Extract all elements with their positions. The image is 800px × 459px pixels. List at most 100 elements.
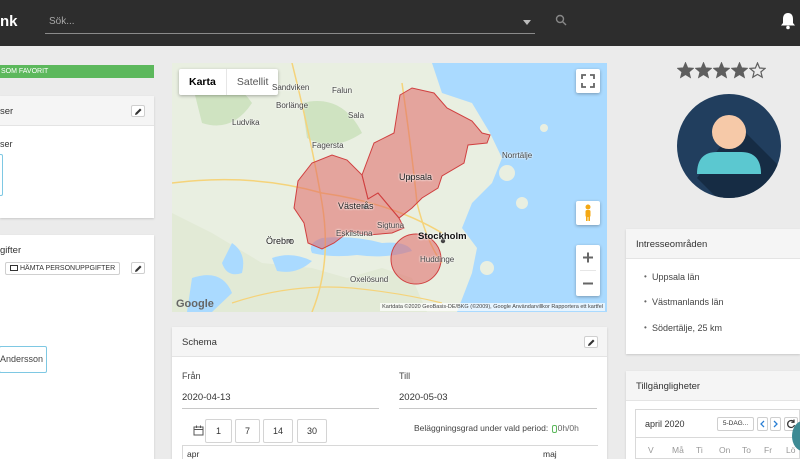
avatar — [677, 94, 781, 198]
weekday-label: V — [648, 445, 654, 455]
map[interactable]: Karta Satellit Sandviken Borlänge Falun … — [172, 63, 607, 312]
fullscreen-icon — [581, 74, 595, 88]
calendar-prev-button[interactable] — [757, 417, 768, 431]
field-box[interactable] — [0, 154, 3, 196]
search-input[interactable] — [45, 10, 515, 32]
to-date-input[interactable]: 2020-05-03 — [399, 392, 448, 403]
map-canvas[interactable] — [172, 63, 607, 312]
month-label: maj — [543, 449, 557, 459]
map-label: Sala — [348, 111, 365, 120]
map-label: Stockholm — [418, 231, 467, 242]
star-filled-icon[interactable] — [713, 62, 730, 79]
left-card-1: ser ser — [0, 96, 154, 218]
map-type-satellite[interactable]: Satellit — [225, 69, 279, 95]
google-logo: Google — [176, 298, 214, 310]
edit-button[interactable] — [131, 262, 145, 274]
id-card-icon — [10, 265, 18, 272]
from-label: Från — [182, 371, 201, 381]
range-14-days-button[interactable]: 14 — [263, 419, 293, 443]
map-label: Örebro — [266, 236, 295, 246]
card-header: Tillgängligheter — [626, 371, 800, 401]
edit-button[interactable] — [584, 336, 598, 348]
chevron-left-icon — [760, 420, 765, 428]
top-bar: nk — [0, 0, 800, 46]
month-label: apr — [187, 449, 200, 459]
card-title: gifter — [0, 245, 22, 256]
plus-icon — [583, 252, 593, 263]
zoom-out-button[interactable] — [576, 271, 600, 296]
pencil-icon — [588, 339, 595, 346]
attribution-text[interactable]: Kartdata ©2020 GeoBasis-DE/BKG (©2009), … — [380, 303, 605, 311]
calendar-view-button[interactable]: 5-DAG... — [717, 417, 754, 431]
occupancy-text: Beläggningsgrad under vald period: 0h/0h — [414, 423, 579, 433]
chevron-down-icon[interactable] — [523, 20, 531, 25]
card-title: Schema — [182, 337, 217, 348]
search-icon[interactable] — [555, 14, 567, 26]
fullscreen-button[interactable] — [576, 69, 600, 93]
map-label: Sigtuna — [377, 221, 405, 230]
hourglass-icon — [551, 424, 557, 433]
pencil-icon — [135, 265, 142, 272]
occupancy-label: Beläggningsgrad under vald period: — [414, 423, 549, 433]
weekday-label: Fr — [764, 445, 773, 455]
range-1-day-button[interactable]: 1 — [205, 419, 232, 443]
card-header: Intresseområden — [626, 229, 800, 259]
map-type-map[interactable]: Karta — [179, 69, 226, 95]
chevron-right-icon — [773, 420, 778, 428]
calendar-month-title: april 2020 — [645, 419, 685, 429]
pegman-icon — [585, 204, 591, 221]
weekday-label: To — [742, 445, 751, 455]
to-underline — [399, 408, 597, 409]
fetch-personal-data-button[interactable]: HÄMTA PERSONUPPGIFTER — [5, 262, 121, 275]
range-7-days-button[interactable]: 7 — [235, 419, 260, 443]
map-label: Oxelösund — [350, 275, 389, 284]
rating-stars[interactable] — [677, 62, 767, 79]
zoom-controls — [576, 245, 600, 296]
search-box[interactable] — [45, 10, 535, 34]
field-label: ser — [0, 139, 13, 149]
zoom-in-button[interactable] — [576, 245, 600, 270]
minus-icon — [583, 282, 593, 285]
star-filled-icon[interactable] — [677, 62, 694, 79]
schedule-month-row: apr maj — [182, 445, 598, 459]
star-filled-icon[interactable] — [731, 62, 748, 79]
from-date-input[interactable]: 2020-04-13 — [182, 392, 231, 403]
map-label: Sandviken — [272, 83, 310, 92]
star-filled-icon[interactable] — [695, 62, 712, 79]
range-30-days-button[interactable]: 30 — [297, 419, 327, 443]
calendar-icon — [193, 425, 204, 436]
brand-logo[interactable]: nk — [0, 13, 18, 30]
map-type-toggle[interactable]: Karta Satellit — [179, 69, 279, 95]
map-attribution: Kartdata ©2020 GeoBasis-DE/BKG (©2009), … — [172, 302, 607, 312]
edit-button[interactable] — [131, 105, 145, 117]
weekday-label: Ti — [696, 445, 703, 455]
map-label: Västerås — [338, 201, 374, 211]
weekday-label: On — [719, 445, 731, 455]
contact-name-button[interactable]: Andersson — [0, 346, 47, 373]
map-label: Fagersta — [312, 141, 344, 150]
map-label: Uppsala — [399, 172, 433, 182]
to-label: Till — [399, 371, 411, 381]
card-title: ser — [0, 106, 14, 117]
interest-item: Södertälje, 25 km — [644, 323, 722, 333]
from-underline — [182, 408, 379, 409]
weekday-label: Må — [672, 445, 684, 455]
card-header: ser — [0, 96, 154, 126]
map-label: Ludvika — [232, 118, 260, 127]
button-label: HÄMTA PERSONUPPGIFTER — [20, 265, 116, 272]
user-avatar-icon — [697, 115, 781, 198]
occupancy-value: 0h/0h — [557, 423, 579, 433]
favorite-badge[interactable]: SOM FAVORIT — [0, 65, 154, 78]
card-header: Schema — [172, 327, 607, 357]
map-label: Huddinge — [420, 255, 455, 264]
weekday-label: Lö — [786, 445, 796, 455]
street-view-button[interactable] — [576, 201, 600, 225]
interests-card: Intresseområden — [626, 229, 800, 354]
bell-icon[interactable] — [780, 12, 796, 30]
calendar-next-button[interactable] — [770, 417, 781, 431]
map-label: Norrtälje — [502, 151, 533, 160]
map-label: Falun — [332, 86, 353, 95]
star-empty-icon[interactable] — [749, 62, 766, 79]
card-title: Intresseområden — [636, 239, 708, 250]
calendar-weekday-row: V Må Ti On To Fr Lö — [635, 437, 800, 459]
